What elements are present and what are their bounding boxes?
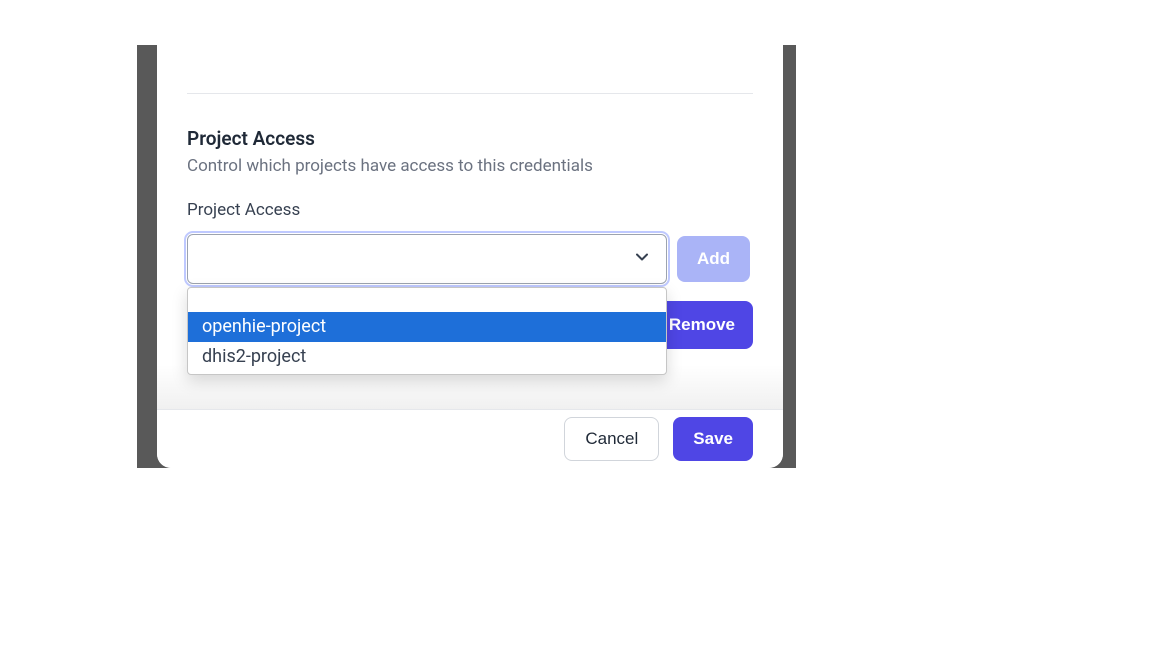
project-access-dropdown: openhie-project dhis2-project <box>187 287 667 375</box>
dropdown-option-openhie[interactable]: openhie-project <box>188 312 666 342</box>
project-access-label: Project Access <box>187 200 300 220</box>
divider <box>187 93 753 94</box>
dropdown-option-dhis2[interactable]: dhis2-project <box>188 342 666 372</box>
section-description: Control which projects have access to th… <box>187 156 593 176</box>
save-button[interactable]: Save <box>673 417 753 461</box>
add-button[interactable]: Add <box>677 236 750 282</box>
section-title: Project Access <box>187 127 315 150</box>
project-access-row: Add <box>187 234 750 284</box>
project-access-select[interactable] <box>187 234 667 284</box>
modal-footer: Cancel Save <box>157 410 783 468</box>
credentials-modal: Project Access Control which projects ha… <box>157 45 783 468</box>
cancel-button[interactable]: Cancel <box>564 417 659 461</box>
chevron-down-icon <box>632 247 652 271</box>
